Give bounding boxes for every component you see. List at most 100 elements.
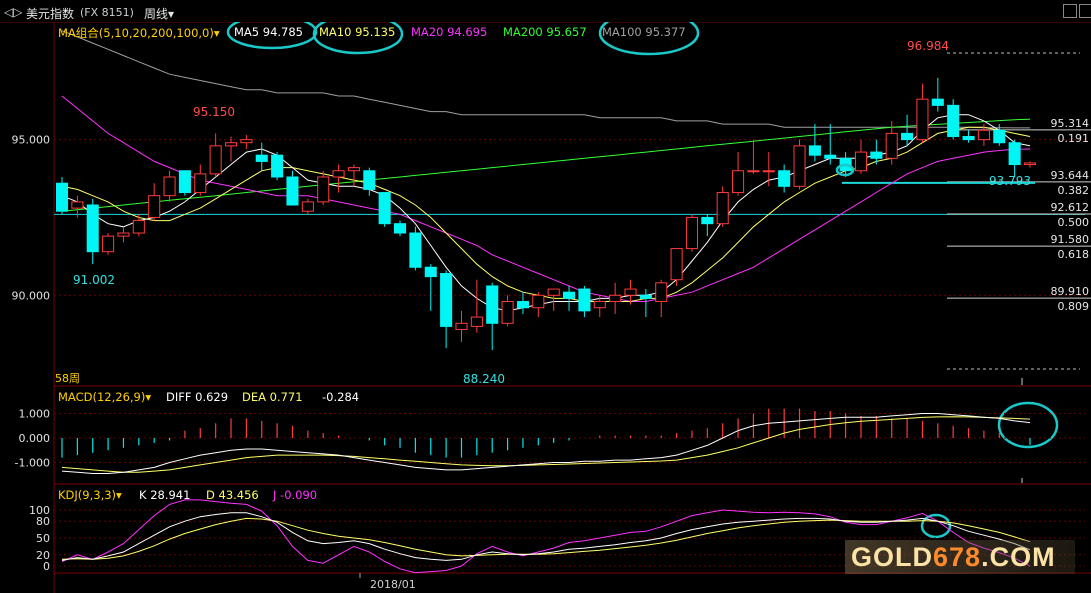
candle-body[interactable] (701, 216, 714, 225)
candle-body[interactable] (1008, 142, 1021, 166)
macd-diff-value: DIFF 0.629 (166, 390, 229, 404)
period-selector[interactable]: 周线▾ (144, 5, 174, 22)
candle-body[interactable] (685, 216, 698, 250)
fib-ratio-label: 0.382 (1058, 184, 1090, 197)
candle-body[interactable] (962, 136, 975, 141)
candle-body[interactable] (947, 104, 960, 138)
chart-stage[interactable]: 95.000 90.000 95.314 0.191 93.644 0.382 92.612… (0, 0, 1091, 593)
instrument-code: (FX 8151) (80, 6, 134, 19)
candle-body[interactable] (317, 176, 330, 203)
macd-axis-label: 0.000 (19, 432, 51, 445)
candle-body[interactable] (102, 235, 115, 253)
candle-body[interactable] (639, 294, 652, 299)
watermark-prefix: GOLD (851, 542, 933, 572)
candle-body[interactable] (470, 316, 483, 327)
candle-body[interactable] (931, 98, 944, 106)
candle-body[interactable] (609, 294, 622, 303)
candle-body[interactable] (486, 285, 499, 324)
back-forward-icon[interactable]: ◁▷ (4, 5, 22, 19)
candle-body[interactable] (271, 154, 284, 178)
macd-dea-line (61, 416, 1031, 473)
candle-body[interactable] (240, 139, 253, 144)
candle-body[interactable] (901, 132, 914, 141)
candle-body[interactable] (132, 220, 145, 234)
candle-body[interactable] (347, 167, 360, 172)
candle-body[interactable] (194, 173, 207, 194)
candle-body[interactable] (808, 145, 821, 156)
watermark-suffix: .COM (981, 542, 1056, 572)
kdj-axis-label: 80 (36, 515, 50, 528)
candle-body[interactable] (117, 232, 130, 237)
candle-body[interactable] (563, 291, 576, 299)
restore-window-button[interactable] (1063, 4, 1077, 18)
candle-body[interactable] (255, 154, 268, 162)
candle-body[interactable] (332, 170, 345, 178)
chevron-down-icon: ▾ (213, 26, 220, 40)
bottom-low-label: 88.240 (463, 372, 505, 386)
candle-body[interactable] (455, 322, 468, 331)
candle-body[interactable] (424, 266, 437, 278)
candle-body[interactable] (55, 182, 69, 212)
watermark-logo: GOLD678.COM (845, 540, 1075, 574)
ma-group-label: MA组合(5,10,20,200,100,0) (58, 26, 214, 40)
kdj-d-value: D 43.456 (206, 488, 259, 502)
candle-body[interactable] (547, 288, 560, 296)
candle-body[interactable] (224, 142, 238, 147)
kdj-selector[interactable]: KDJ(9,3,3)▾ (58, 488, 122, 502)
candle-body[interactable] (286, 176, 299, 206)
fib-ratio-label: 0.618 (1058, 248, 1090, 261)
high-price-label: 96.984 (907, 39, 949, 53)
candle-body[interactable] (916, 98, 929, 141)
candle-body[interactable] (854, 151, 868, 172)
macd-axis-label: -1.000 (15, 457, 50, 470)
candle-body[interactable] (163, 176, 176, 197)
kdj-label: KDJ(9,3,3) (58, 488, 117, 502)
fib-price-label: 89.910 (1051, 285, 1090, 298)
ma10-value: MA10 95.135 (319, 25, 396, 39)
candle-body[interactable] (209, 145, 222, 175)
candle-body[interactable] (86, 204, 99, 253)
candle-body[interactable] (993, 129, 1006, 144)
candlestick-chart[interactable]: 95.000 90.000 95.314 0.191 93.644 0.382 92.612… (0, 0, 1091, 593)
ma200-value: MA200 95.657 (503, 25, 587, 39)
candle-body[interactable] (178, 170, 191, 194)
candle-body[interactable] (870, 151, 883, 159)
candle-body[interactable] (1023, 162, 1037, 166)
kdj-axis-label: 50 (36, 532, 50, 545)
macd-selector[interactable]: MACD(12,26,9)▾ (58, 390, 151, 404)
candle-body[interactable] (578, 288, 591, 312)
ma5-line (61, 114, 1031, 312)
candle-body[interactable] (793, 145, 806, 187)
candle-body[interactable] (824, 154, 837, 159)
candle-body[interactable] (655, 282, 668, 303)
maximize-window-button[interactable] (1079, 4, 1091, 18)
fib-ratio-label: 0.809 (1058, 300, 1090, 313)
ma200-line (61, 118, 1031, 212)
candle-body[interactable] (378, 192, 391, 225)
candle-body[interactable] (148, 195, 161, 218)
candle-body[interactable] (778, 170, 791, 187)
candle-body[interactable] (301, 201, 314, 212)
candle-body[interactable] (532, 294, 545, 309)
candle-body[interactable] (747, 170, 760, 173)
candle-body[interactable] (409, 232, 422, 268)
ma-group-selector[interactable]: MA组合(5,10,20,200,100,0)▾ (58, 25, 220, 41)
watermark-digits: 678 (933, 542, 982, 572)
candle-body[interactable] (624, 288, 637, 296)
candle-body[interactable] (501, 301, 514, 324)
candle-body[interactable] (71, 201, 84, 209)
candle-body[interactable] (593, 301, 606, 309)
candle-body[interactable] (977, 129, 990, 141)
candle-body[interactable] (885, 132, 898, 159)
candle-body[interactable] (716, 192, 729, 225)
fib-price-label: 93.644 (1051, 169, 1090, 182)
candle-body[interactable] (670, 248, 683, 281)
candle-body[interactable] (363, 170, 376, 190)
candle-body[interactable] (762, 170, 775, 173)
candle-body[interactable] (516, 301, 529, 309)
candle-body[interactable] (732, 170, 745, 194)
candle-body[interactable] (394, 223, 407, 234)
candle-body[interactable] (440, 272, 453, 327)
chevron-down-icon: ▾ (145, 390, 152, 404)
price-axis-label: 95.000 (12, 134, 51, 147)
